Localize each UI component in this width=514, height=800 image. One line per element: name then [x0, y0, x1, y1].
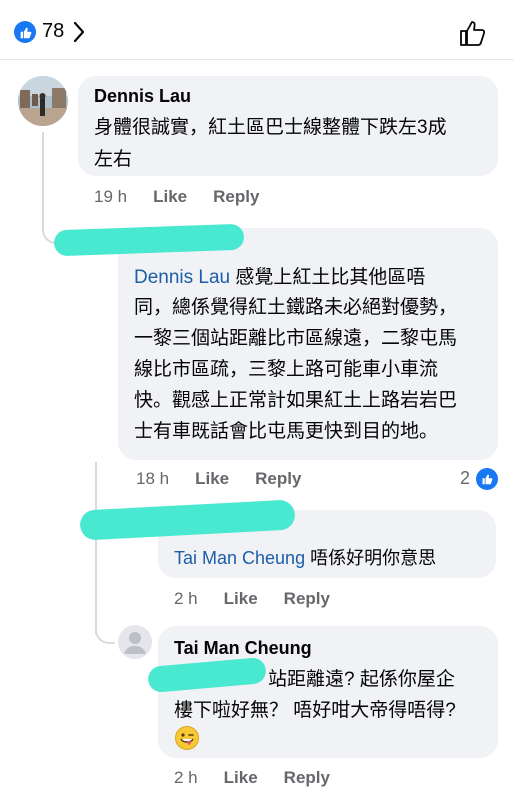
comment-actions: 2 h Like Reply	[174, 768, 330, 788]
like-button[interactable]: Like	[195, 469, 229, 489]
comment-bubble: Dennis Lau 身體很誠實，紅土區巴士線整體下跌左3成 左右	[78, 76, 498, 176]
divider	[0, 59, 514, 60]
comment-text-line: 線比市區疏，三黎上路可能車小車流	[134, 359, 439, 380]
comment-author[interactable]: Tai Man Cheung	[174, 638, 312, 659]
comment-time[interactable]: 19 h	[94, 187, 127, 207]
comment-actions: 19 h Like Reply	[94, 187, 259, 207]
like-button[interactable]: Like	[153, 187, 187, 207]
reaction-count[interactable]: 2	[460, 468, 470, 489]
comment-time[interactable]: 2 h	[174, 768, 198, 788]
like-button[interactable]: Like	[224, 589, 258, 609]
avatar[interactable]	[18, 76, 68, 126]
comment-time[interactable]: 2 h	[174, 589, 198, 609]
comment-actions: 18 h Like Reply	[136, 469, 301, 489]
like-reaction-icon	[476, 468, 498, 490]
comment-text-line: 站距離遠? 起係你屋企	[268, 669, 455, 690]
comment-text-line: 樓下啦好無？ 唔好咁大帝得唔得?	[174, 700, 456, 721]
reply-button[interactable]: Reply	[284, 589, 330, 609]
comment-time[interactable]: 18 h	[136, 469, 169, 489]
comment-text-line: 快。觀感上正常計如果紅土上路岩岩巴	[134, 390, 458, 411]
mention-link[interactable]: Dennis Lau	[134, 267, 230, 288]
reply-button[interactable]: Reply	[284, 768, 330, 788]
comment-text-line: 身體很誠實，紅土區巴士線整體下跌左3成	[94, 117, 447, 138]
comment-bubble: Tai Man Cheung 站距離遠? 起係你屋企 樓下啦好無？ 唔好咁大帝得…	[158, 626, 498, 758]
comment-text-line: 士有車既話會比屯馬更快到目的地。	[134, 421, 439, 442]
thread-line	[95, 534, 97, 634]
comment-text-line: 一黎三個站距離比市區線遠，二黎屯馬	[134, 328, 458, 349]
comment-text-line: 左右	[94, 149, 133, 170]
comment-bubble: Dennis Lau 感覺上紅土比其他區唔 同，總係覺得紅土鐵路未必絕對優勢， …	[118, 228, 498, 460]
avatar[interactable]	[118, 625, 152, 659]
comment-text-line: Tai Man Cheung 唔係好明你意思	[174, 548, 437, 568]
winking-tongue-emoji-icon	[175, 726, 199, 750]
thread-line	[42, 132, 44, 232]
reply-button[interactable]: Reply	[213, 187, 259, 207]
like-reaction-icon	[14, 21, 36, 43]
chevron-right-icon[interactable]	[72, 21, 86, 48]
comment-text-line: 同，總係覺得紅土鐵路未必絕對優勢，	[134, 297, 458, 318]
comment-text-line: Dennis Lau 感覺上紅土比其他區唔	[134, 267, 426, 288]
like-button[interactable]: Like	[224, 768, 258, 788]
comment-author[interactable]: Dennis Lau	[94, 86, 191, 107]
comment-actions: 2 h Like Reply	[174, 589, 330, 609]
reaction-count[interactable]: 78	[42, 20, 64, 43]
reply-button[interactable]: Reply	[255, 469, 301, 489]
thread-connector	[95, 626, 115, 644]
like-button-icon[interactable]	[458, 19, 488, 52]
mention-link[interactable]: Tai Man Cheung	[174, 548, 305, 568]
